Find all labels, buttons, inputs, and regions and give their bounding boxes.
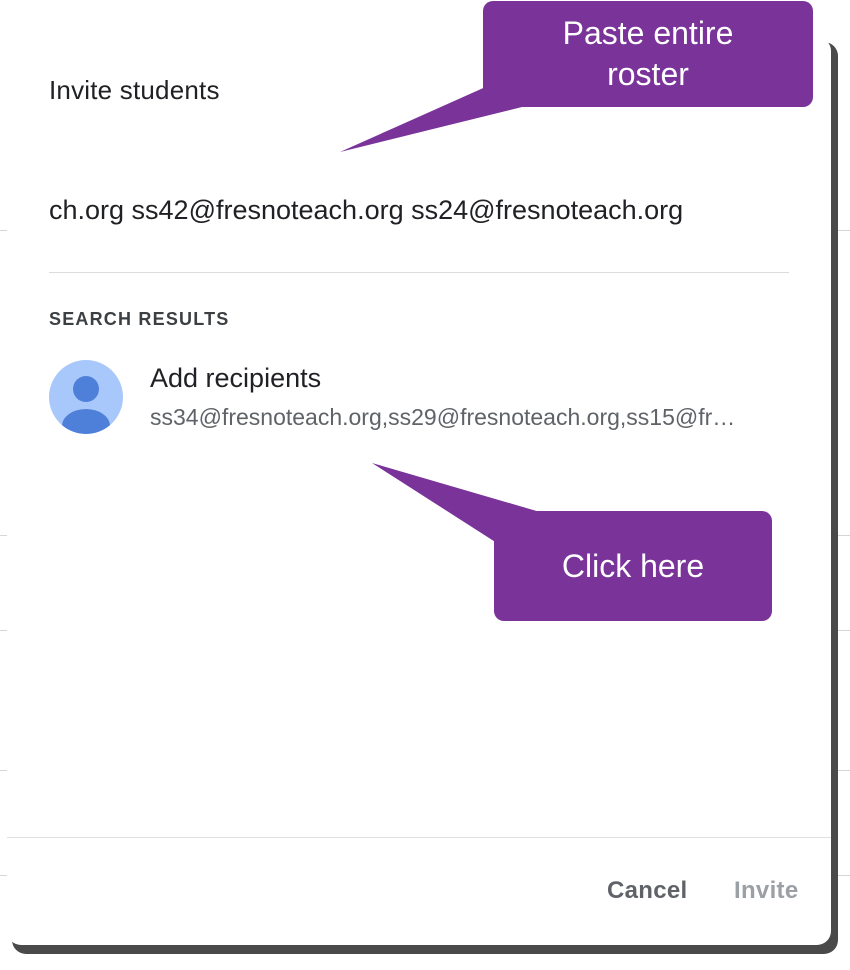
invite-button[interactable]: Invite xyxy=(734,877,798,905)
search-results-label: SEARCH RESULTS xyxy=(49,309,230,329)
cancel-button[interactable]: Cancel xyxy=(607,877,688,905)
footer-divider xyxy=(7,837,831,838)
add-recipients-result[interactable]: Add recipients ss34@fresnoteach.org,ss29… xyxy=(37,347,817,447)
dialog-title: Invite students xyxy=(49,75,220,105)
callout-top-line1: Paste entire xyxy=(562,15,734,51)
invite-students-dialog: Invite students SEARCH RESULTS Add recip… xyxy=(7,37,831,945)
callout-top-line2: roster xyxy=(607,56,689,92)
person-icon xyxy=(49,360,123,434)
result-emails: ss34@fresnoteach.org,ss29@fresnoteach.or… xyxy=(150,404,736,430)
click-here-callout: Click here xyxy=(494,511,772,621)
input-underline xyxy=(49,272,789,273)
paste-roster-callout: Paste entire roster xyxy=(483,1,813,107)
invite-email-input[interactable] xyxy=(49,185,789,235)
result-name: Add recipients xyxy=(150,363,322,393)
